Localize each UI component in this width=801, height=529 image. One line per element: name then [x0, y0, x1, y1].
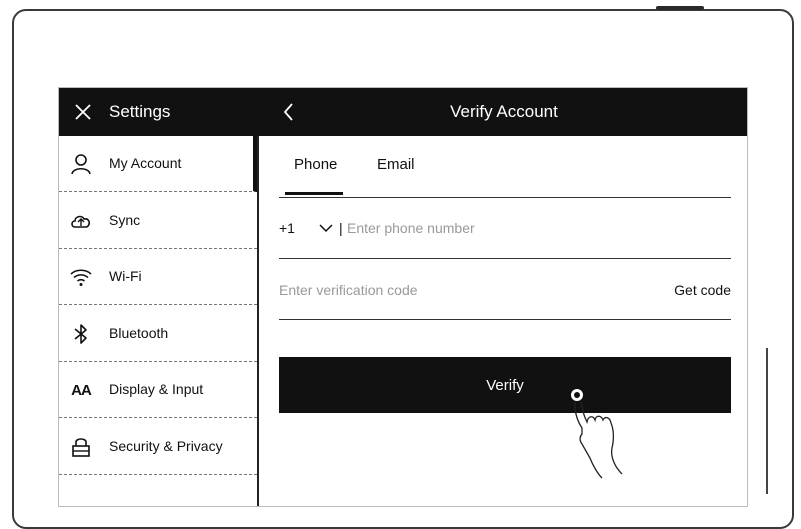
sidebar-item-label: Sync	[109, 212, 141, 228]
sidebar-item-label: Wi-Fi	[109, 268, 142, 284]
active-tab-indicator	[285, 192, 343, 195]
power-button	[656, 6, 704, 10]
display-aa-icon: AA	[71, 381, 92, 399]
tab-phone[interactable]: Phone	[294, 156, 337, 173]
get-code-button[interactable]: Get code	[659, 282, 731, 298]
settings-screen: Settings Verify Account My Account Sync	[58, 87, 748, 507]
sidebar-item-label: Bluetooth	[109, 325, 169, 341]
verification-code-input[interactable]	[279, 278, 579, 302]
verify-account-panel: Phone Email +1 | Get code Verify	[259, 136, 747, 506]
tab-email[interactable]: Email	[377, 156, 415, 173]
input-separator: |	[339, 220, 343, 236]
phone-number-input[interactable]	[347, 216, 727, 240]
sidebar-item-display-input[interactable]: AA Display & Input	[59, 362, 257, 418]
sidebar-item-security-privacy[interactable]: Security & Privacy	[59, 419, 257, 475]
sidebar-item-my-account[interactable]: My Account	[59, 136, 257, 192]
top-bar: Settings Verify Account	[59, 88, 747, 136]
wifi-icon	[70, 269, 92, 286]
sidebar-item-bluetooth[interactable]: Bluetooth	[59, 306, 257, 362]
user-icon	[71, 154, 91, 175]
sidebar-item-label: My Account	[109, 155, 182, 171]
verify-button-label: Verify	[486, 376, 524, 394]
chevron-down-icon[interactable]	[317, 219, 335, 237]
sidebar-item-label: Security & Privacy	[109, 438, 223, 454]
cloud-sync-icon	[71, 215, 91, 228]
lock-icon	[72, 438, 90, 457]
sidebar-item-label: Display & Input	[109, 381, 204, 397]
close-icon[interactable]	[71, 100, 95, 124]
sidebar-item-wifi[interactable]: Wi-Fi	[59, 249, 257, 305]
page-title: Verify Account	[450, 102, 558, 121]
phone-field-underline	[279, 258, 731, 259]
sidebar-item-sync[interactable]: Sync	[59, 193, 257, 249]
country-code: +1	[279, 220, 295, 236]
settings-sidebar: My Account Sync Wi-Fi Bluetooth AA Displ…	[59, 136, 259, 506]
device-edge-line	[766, 348, 768, 494]
tap-gesture-hand-icon	[569, 387, 623, 479]
code-field-underline	[279, 319, 731, 320]
settings-title: Settings	[109, 102, 171, 121]
tabs-divider	[279, 197, 731, 198]
bluetooth-icon	[74, 324, 87, 344]
verify-button[interactable]: Verify	[279, 357, 731, 413]
